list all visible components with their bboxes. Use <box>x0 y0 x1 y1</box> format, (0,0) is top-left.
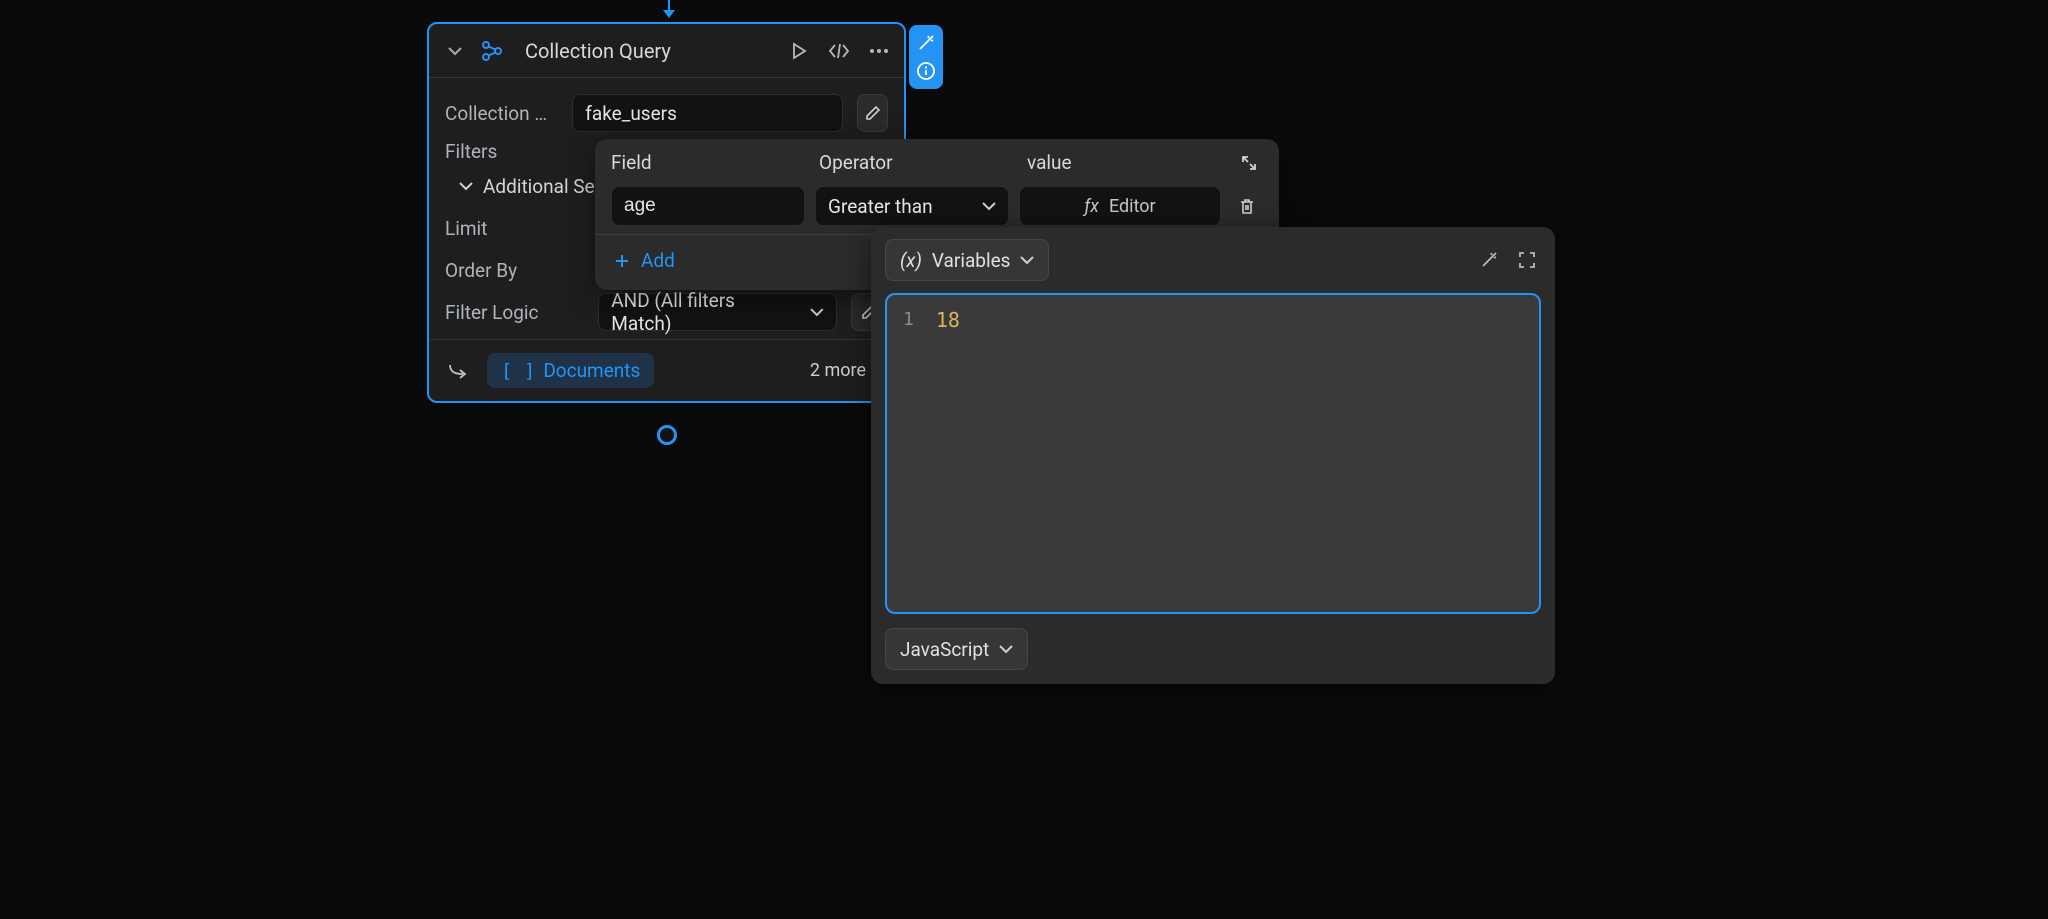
collapse-chevron-icon[interactable] <box>441 37 469 65</box>
code-view-button[interactable] <box>826 38 852 64</box>
filter-header-operator: Operator <box>819 151 1027 174</box>
output-port[interactable] <box>657 425 677 445</box>
order-by-label: Order By <box>445 259 587 282</box>
plus-icon <box>613 252 631 270</box>
node-header: Collection Query <box>429 24 904 78</box>
filter-value-label: Editor <box>1109 196 1156 217</box>
run-button[interactable] <box>786 38 812 64</box>
filter-logic-label: Filter Logic <box>445 301 584 324</box>
chevron-down-icon <box>459 181 473 191</box>
editor-panel: (x) Variables 1 18 JavaScript <box>871 227 1555 684</box>
chevron-down-icon <box>810 307 824 317</box>
editor-toolbar: (x) Variables <box>885 239 1541 281</box>
code-content: 18 <box>936 307 960 600</box>
variables-prefix-icon: (x) <box>900 249 922 272</box>
more-outputs-label: 2 more <box>810 360 866 381</box>
filter-header-value: value <box>1027 151 1235 174</box>
filter-header-field: Field <box>611 151 819 174</box>
add-filter-label: Add <box>641 249 675 272</box>
delete-filter-button[interactable] <box>1231 190 1263 222</box>
side-badge <box>909 25 943 89</box>
language-select[interactable]: JavaScript <box>885 628 1028 670</box>
code-editor[interactable]: 1 18 <box>885 293 1541 614</box>
additional-settings-label: Additional Se… <box>483 175 607 198</box>
collection-name-input[interactable] <box>572 94 843 132</box>
node-type-icon <box>477 36 507 66</box>
filter-value-editor-button[interactable]: ƒx Editor <box>1019 186 1221 226</box>
incoming-arrow-icon <box>662 0 676 22</box>
filters-popup-header: Field Operator value <box>595 139 1279 184</box>
filter-operator-select[interactable]: Greater than <box>815 186 1009 226</box>
chevron-down-icon <box>982 201 996 211</box>
documents-output-pill[interactable]: [ ] Documents <box>487 353 654 388</box>
limit-label: Limit <box>445 217 587 240</box>
filter-operator-value: Greater than <box>828 195 933 218</box>
chevron-down-icon <box>1020 255 1034 265</box>
variables-dropdown[interactable]: (x) Variables <box>885 239 1049 281</box>
fx-icon: ƒx <box>1084 196 1099 217</box>
edit-collection-button[interactable] <box>857 94 888 132</box>
node-title: Collection Query <box>515 39 778 63</box>
output-arrow-icon <box>445 358 471 384</box>
editor-magic-wand-button[interactable] <box>1475 246 1503 274</box>
filter-logic-select[interactable]: AND (All filters Match) <box>598 293 836 331</box>
brackets-icon: [ ] <box>501 360 535 382</box>
line-number: 1 <box>903 307 914 600</box>
chevron-down-icon <box>999 644 1013 654</box>
language-label: JavaScript <box>900 638 989 661</box>
documents-label: Documents <box>543 359 640 382</box>
variables-label: Variables <box>932 249 1011 272</box>
expand-filters-button[interactable] <box>1235 154 1263 172</box>
editor-fullscreen-button[interactable] <box>1513 246 1541 274</box>
more-menu-button[interactable] <box>866 38 892 64</box>
collection-name-label: Collection Na… <box>445 102 558 125</box>
filter-logic-value: AND (All filters Match) <box>611 289 796 335</box>
node-footer: [ ] Documents 2 more <box>429 339 904 401</box>
magic-wand-icon[interactable] <box>914 31 938 55</box>
info-icon[interactable] <box>914 59 938 83</box>
filter-field-input[interactable] <box>611 186 805 226</box>
